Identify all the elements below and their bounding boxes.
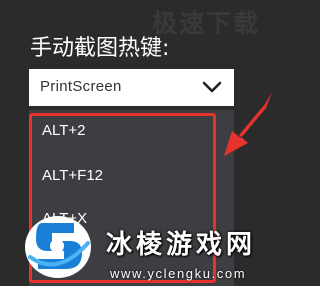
red-arrow-icon [224, 92, 272, 156]
hotkey-select[interactable]: PrintScreen [29, 69, 234, 106]
site-watermark-url: www.yclengku.com [110, 266, 247, 281]
site-logo-icon [25, 216, 91, 278]
site-watermark-name: 冰棱游戏网 [106, 230, 257, 260]
chevron-down-icon [202, 81, 222, 93]
hotkey-section-label: 手动截图热键: [30, 36, 170, 61]
hotkey-select-value: PrintScreen [40, 78, 122, 95]
